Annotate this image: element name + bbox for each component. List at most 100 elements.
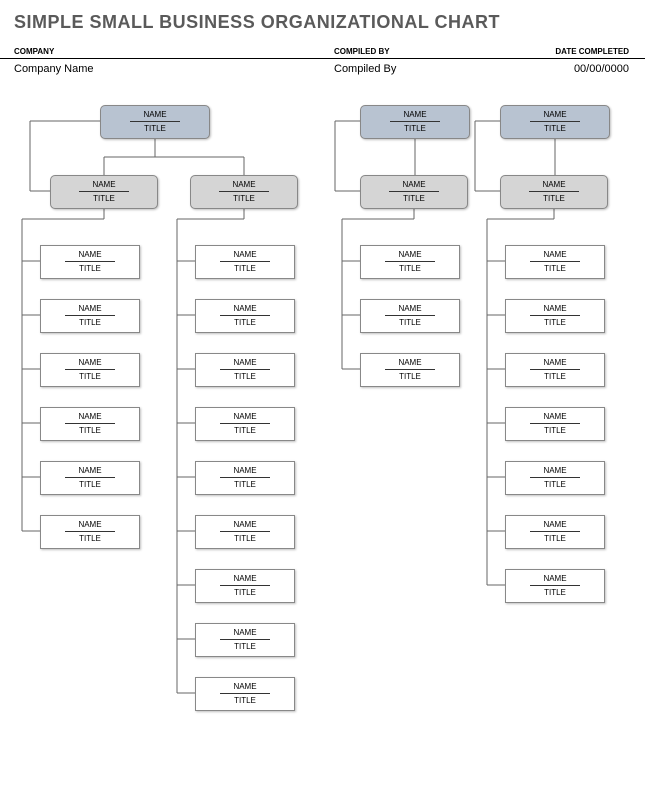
- org-node-top: NAME TITLE: [500, 105, 610, 139]
- org-node-leaf: NAME TITLE: [505, 407, 605, 441]
- company-label: COMPANY: [14, 47, 334, 58]
- node-name: NAME: [41, 250, 139, 260]
- node-name: NAME: [51, 180, 157, 190]
- org-node-top: NAME TITLE: [360, 105, 470, 139]
- node-name: NAME: [196, 304, 294, 314]
- org-node-mid: NAME TITLE: [50, 175, 158, 209]
- node-title: TITLE: [506, 372, 604, 381]
- node-title: TITLE: [506, 264, 604, 273]
- node-title: TITLE: [41, 534, 139, 543]
- node-name: NAME: [196, 412, 294, 422]
- node-name: NAME: [506, 412, 604, 422]
- org-node-mid: NAME TITLE: [360, 175, 468, 209]
- org-node-leaf: NAME TITLE: [195, 353, 295, 387]
- node-title: TITLE: [196, 318, 294, 327]
- org-node-leaf: NAME TITLE: [195, 407, 295, 441]
- node-name: NAME: [196, 358, 294, 368]
- org-node-leaf: NAMETITLE: [40, 245, 140, 279]
- node-name: NAME: [101, 110, 209, 120]
- node-name: NAME: [506, 250, 604, 260]
- org-node-leaf: NAME TITLE: [40, 299, 140, 333]
- date-value: 00/00/0000: [534, 63, 629, 75]
- node-title: TITLE: [196, 426, 294, 435]
- node-title: TITLE: [41, 426, 139, 435]
- node-title: TITLE: [361, 318, 459, 327]
- org-node-mid: NAME TITLE: [500, 175, 608, 209]
- org-node-leaf: NAME TITLE: [360, 353, 460, 387]
- node-title: TITLE: [191, 194, 297, 203]
- node-title: TITLE: [361, 194, 467, 203]
- node-name: NAME: [41, 520, 139, 530]
- org-node-mid: NAME TITLE: [190, 175, 298, 209]
- node-name: NAME: [506, 358, 604, 368]
- node-title: TITLE: [506, 318, 604, 327]
- node-title: TITLE: [361, 264, 459, 273]
- node-title: TITLE: [361, 124, 469, 133]
- compiled-label: COMPILED BY: [334, 47, 534, 58]
- org-node-leaf: NAME TITLE: [195, 245, 295, 279]
- org-node-leaf: NAME TITLE: [505, 515, 605, 549]
- org-node-leaf: NAME TITLE: [195, 623, 295, 657]
- node-title: TITLE: [506, 588, 604, 597]
- node-title: TITLE: [51, 194, 157, 203]
- node-name: NAME: [196, 520, 294, 530]
- node-title: TITLE: [41, 372, 139, 381]
- node-name: NAME: [361, 110, 469, 120]
- node-title: TITLE: [41, 480, 139, 489]
- node-name: NAME: [501, 180, 607, 190]
- node-name: NAME: [506, 304, 604, 314]
- node-title: TITLE: [361, 372, 459, 381]
- node-name: NAME: [41, 358, 139, 368]
- node-name: NAME: [501, 110, 609, 120]
- org-node-leaf: NAME TITLE: [40, 515, 140, 549]
- node-title: TITLE: [501, 194, 607, 203]
- org-node-leaf: NAME TITLE: [505, 245, 605, 279]
- org-node-leaf: NAME TITLE: [40, 353, 140, 387]
- org-node-leaf: NAMETITLE: [40, 407, 140, 441]
- org-node-leaf: NAME TITLE: [360, 299, 460, 333]
- node-name: NAME: [196, 250, 294, 260]
- node-name: NAME: [196, 574, 294, 584]
- node-name: NAME: [361, 250, 459, 260]
- node-name: NAME: [361, 304, 459, 314]
- node-name: NAME: [506, 466, 604, 476]
- org-node-leaf: NAME TITLE: [360, 245, 460, 279]
- node-name: NAME: [41, 304, 139, 314]
- org-node-leaf: NAME TITLE: [195, 569, 295, 603]
- node-name: NAME: [196, 628, 294, 638]
- org-chart: NAME TITLE NAME TITLE NAME TITLE NAME TITLE NAME…: [0, 95, 645, 795]
- node-name: NAME: [506, 520, 604, 530]
- node-title: TITLE: [196, 480, 294, 489]
- node-name: NAME: [361, 358, 459, 368]
- company-value: Company Name: [14, 63, 334, 75]
- org-node-leaf: NAMETITLE: [40, 461, 140, 495]
- node-title: TITLE: [501, 124, 609, 133]
- node-name: NAME: [191, 180, 297, 190]
- node-name: NAME: [361, 180, 467, 190]
- org-node-leaf: NAMETITLE: [505, 461, 605, 495]
- node-title: TITLE: [196, 534, 294, 543]
- org-node-leaf: NAME TITLE: [195, 461, 295, 495]
- node-title: TITLE: [196, 372, 294, 381]
- org-node-leaf: NAME TITLE: [505, 569, 605, 603]
- date-label: DATE COMPLETED: [534, 47, 629, 58]
- org-node-leaf: NAME TITLE: [195, 515, 295, 549]
- node-name: NAME: [196, 682, 294, 692]
- page-title: SIMPLE SMALL BUSINESS ORGANIZATIONAL CHA…: [0, 0, 645, 39]
- node-title: TITLE: [41, 318, 139, 327]
- header-values: Company Name Compiled By 00/00/0000: [0, 59, 645, 75]
- node-title: TITLE: [196, 588, 294, 597]
- org-node-leaf: NAME TITLE: [195, 677, 295, 711]
- org-node-leaf: NAME TITLE: [505, 299, 605, 333]
- node-title: TITLE: [506, 426, 604, 435]
- node-title: TITLE: [196, 696, 294, 705]
- node-title: TITLE: [196, 642, 294, 651]
- node-title: TITLE: [196, 264, 294, 273]
- node-title: TITLE: [101, 124, 209, 133]
- header-labels: COMPANY COMPILED BY DATE COMPLETED: [0, 47, 645, 59]
- org-node-top: NAME TITLE: [100, 105, 210, 139]
- node-name: NAME: [196, 466, 294, 476]
- org-node-leaf: NAME TITLE: [505, 353, 605, 387]
- node-name: NAME: [506, 574, 604, 584]
- node-title: TITLE: [506, 534, 604, 543]
